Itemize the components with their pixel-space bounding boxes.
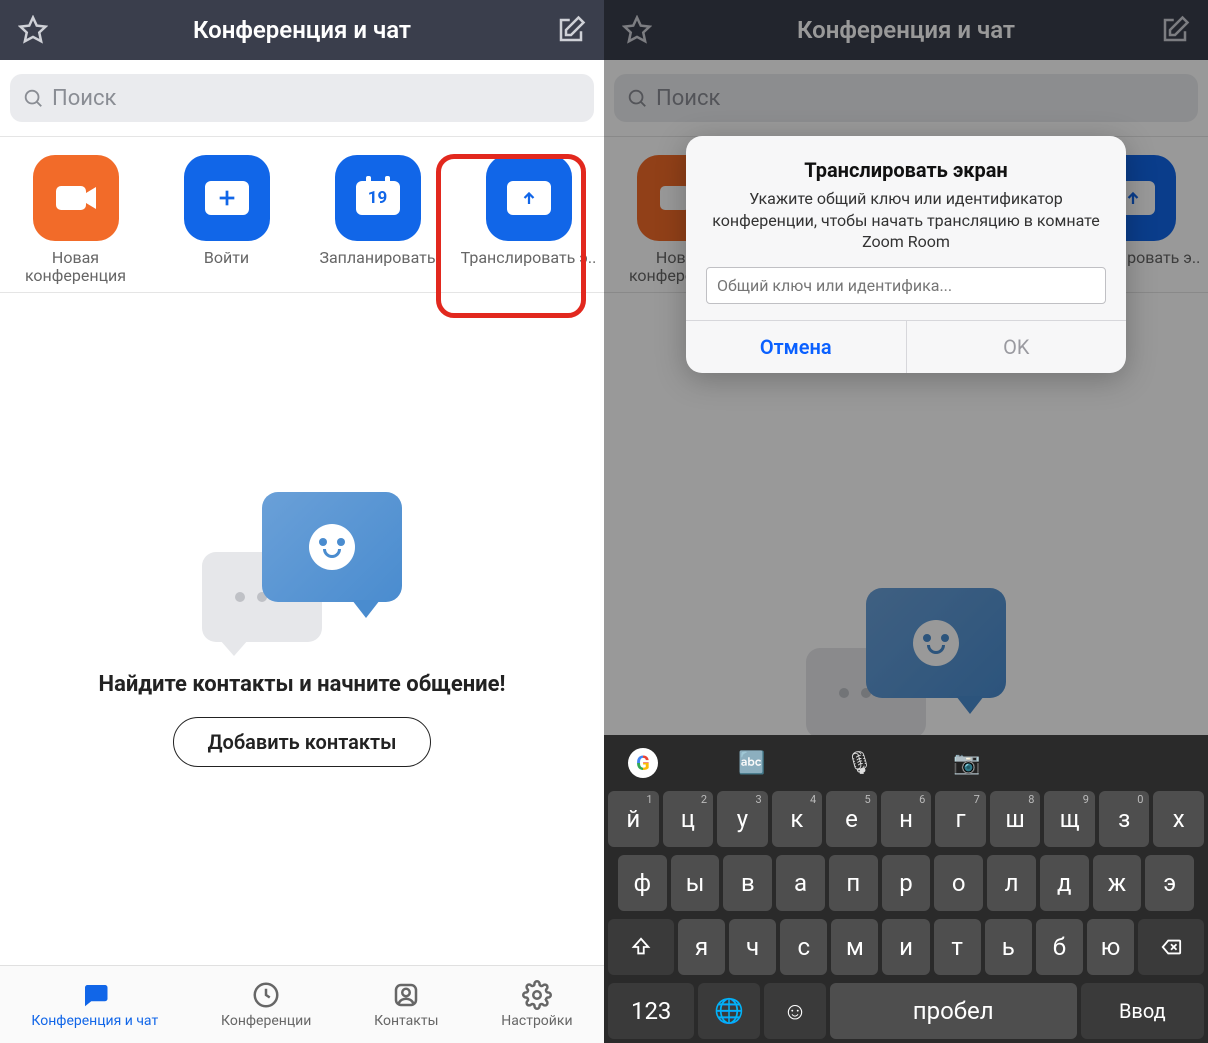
key-е[interactable]: е5 bbox=[826, 791, 877, 847]
search-container: Поиск bbox=[0, 60, 604, 136]
tab-bar: Конференция и чат Конференции Контакты Н… bbox=[0, 965, 604, 1043]
google-icon[interactable]: G bbox=[628, 748, 658, 778]
key-д[interactable]: д bbox=[1040, 855, 1089, 911]
join-action[interactable]: Войти bbox=[157, 155, 297, 284]
star-icon[interactable] bbox=[622, 15, 652, 45]
key-а[interactable]: а bbox=[776, 855, 825, 911]
search-icon bbox=[22, 87, 44, 109]
plus-icon bbox=[184, 155, 270, 241]
new-meeting-action[interactable]: Новая конференция bbox=[6, 155, 146, 284]
key-я[interactable]: я bbox=[678, 919, 725, 975]
phone-left: Конференция и чат Поиск Новая конференци… bbox=[0, 0, 604, 1043]
key-т[interactable]: т bbox=[934, 919, 981, 975]
dialog-message: Укажите общий ключ или идентификатор кон… bbox=[706, 188, 1106, 253]
key-э[interactable]: э bbox=[1145, 855, 1194, 911]
key-ы[interactable]: ы bbox=[671, 855, 720, 911]
search-input[interactable]: Поиск bbox=[10, 74, 594, 122]
header-bar-2: Конференция и чат bbox=[604, 0, 1208, 60]
key-о[interactable]: о bbox=[934, 855, 983, 911]
key-ж[interactable]: ж bbox=[1093, 855, 1142, 911]
compose-icon[interactable] bbox=[556, 15, 586, 45]
star-icon[interactable] bbox=[18, 15, 48, 45]
key-space[interactable]: пробел bbox=[830, 983, 1077, 1039]
calendar-icon: 19 bbox=[335, 155, 421, 241]
key-г[interactable]: г7 bbox=[935, 791, 986, 847]
dialog-title: Транслировать экран bbox=[706, 158, 1106, 182]
key-н[interactable]: н6 bbox=[881, 791, 932, 847]
empty-title: Найдите контакты и начните общение! bbox=[99, 672, 506, 697]
key-ю[interactable]: ю bbox=[1087, 919, 1134, 975]
share-screen-dialog: Транслировать экран Укажите общий ключ и… bbox=[686, 136, 1126, 373]
tab-chat[interactable]: Конференция и чат bbox=[31, 980, 158, 1029]
key-ч[interactable]: ч bbox=[729, 919, 776, 975]
cancel-button[interactable]: Отмена bbox=[686, 321, 907, 373]
key-enter[interactable]: Ввод bbox=[1081, 983, 1204, 1039]
key-щ[interactable]: щ9 bbox=[1044, 791, 1095, 847]
schedule-action[interactable]: 19 Запланировать bbox=[308, 155, 448, 284]
key-и[interactable]: и bbox=[882, 919, 929, 975]
key-ь[interactable]: ь bbox=[985, 919, 1032, 975]
compose-icon[interactable] bbox=[1160, 15, 1190, 45]
actions-row: Новая конференция Войти 19 Запланировать… bbox=[0, 136, 604, 293]
key-ц[interactable]: ц2 bbox=[663, 791, 714, 847]
search-placeholder: Поиск bbox=[52, 86, 116, 111]
sharing-key-input[interactable] bbox=[706, 267, 1106, 304]
page-title: Конференция и чат bbox=[193, 16, 411, 44]
key-б[interactable]: б bbox=[1036, 919, 1083, 975]
key-л[interactable]: л bbox=[987, 855, 1036, 911]
key-з[interactable]: з0 bbox=[1099, 791, 1150, 847]
sticker-icon[interactable]: 📷 bbox=[953, 751, 980, 776]
search-input-2[interactable]: Поиск bbox=[614, 74, 1198, 122]
key-в[interactable]: в bbox=[723, 855, 772, 911]
key-ш[interactable]: ш8 bbox=[990, 791, 1041, 847]
keyboard: G 🔤 🎙 📷 й1ц2у3к4е5н6г7ш8щ9з0х фывапролдж… bbox=[604, 735, 1208, 1043]
key-й[interactable]: й1 bbox=[608, 791, 659, 847]
tab-settings[interactable]: Настройки bbox=[501, 980, 572, 1029]
translate-icon[interactable]: 🔤 bbox=[738, 751, 765, 776]
voice-icon[interactable]: 🎙 bbox=[845, 751, 873, 776]
phone-right: Конференция и чат Поиск Новая конференци… bbox=[604, 0, 1208, 1043]
page-title-2: Конференция и чат bbox=[797, 16, 1015, 44]
ok-button[interactable]: OK bbox=[907, 321, 1127, 373]
video-icon bbox=[33, 155, 119, 241]
tab-meetings[interactable]: Конференции bbox=[221, 980, 311, 1029]
key-п[interactable]: п bbox=[829, 855, 878, 911]
key-numeric[interactable]: 123 bbox=[608, 983, 694, 1039]
chat-illustration bbox=[202, 492, 402, 652]
empty-state: Найдите контакты и начните общение! Доба… bbox=[0, 293, 604, 965]
add-contacts-button[interactable]: Добавить контакты bbox=[173, 717, 432, 767]
key-ф[interactable]: ф bbox=[618, 855, 667, 911]
key-у[interactable]: у3 bbox=[717, 791, 768, 847]
search-icon bbox=[626, 87, 648, 109]
tab-contacts[interactable]: Контакты bbox=[374, 980, 438, 1029]
header-bar: Конференция и чат bbox=[0, 0, 604, 60]
globe-icon[interactable]: 🌐 bbox=[698, 983, 760, 1039]
share-screen-action[interactable]: Транслировать э.. bbox=[459, 155, 599, 284]
emoji-icon[interactable]: ☺ bbox=[764, 983, 826, 1039]
key-м[interactable]: м bbox=[831, 919, 878, 975]
key-р[interactable]: р bbox=[882, 855, 931, 911]
key-к[interactable]: к4 bbox=[772, 791, 823, 847]
key-с[interactable]: с bbox=[780, 919, 827, 975]
key-х[interactable]: х bbox=[1153, 791, 1204, 847]
backspace-icon[interactable] bbox=[1138, 919, 1204, 975]
shift-icon[interactable] bbox=[608, 919, 674, 975]
share-screen-icon bbox=[486, 155, 572, 241]
